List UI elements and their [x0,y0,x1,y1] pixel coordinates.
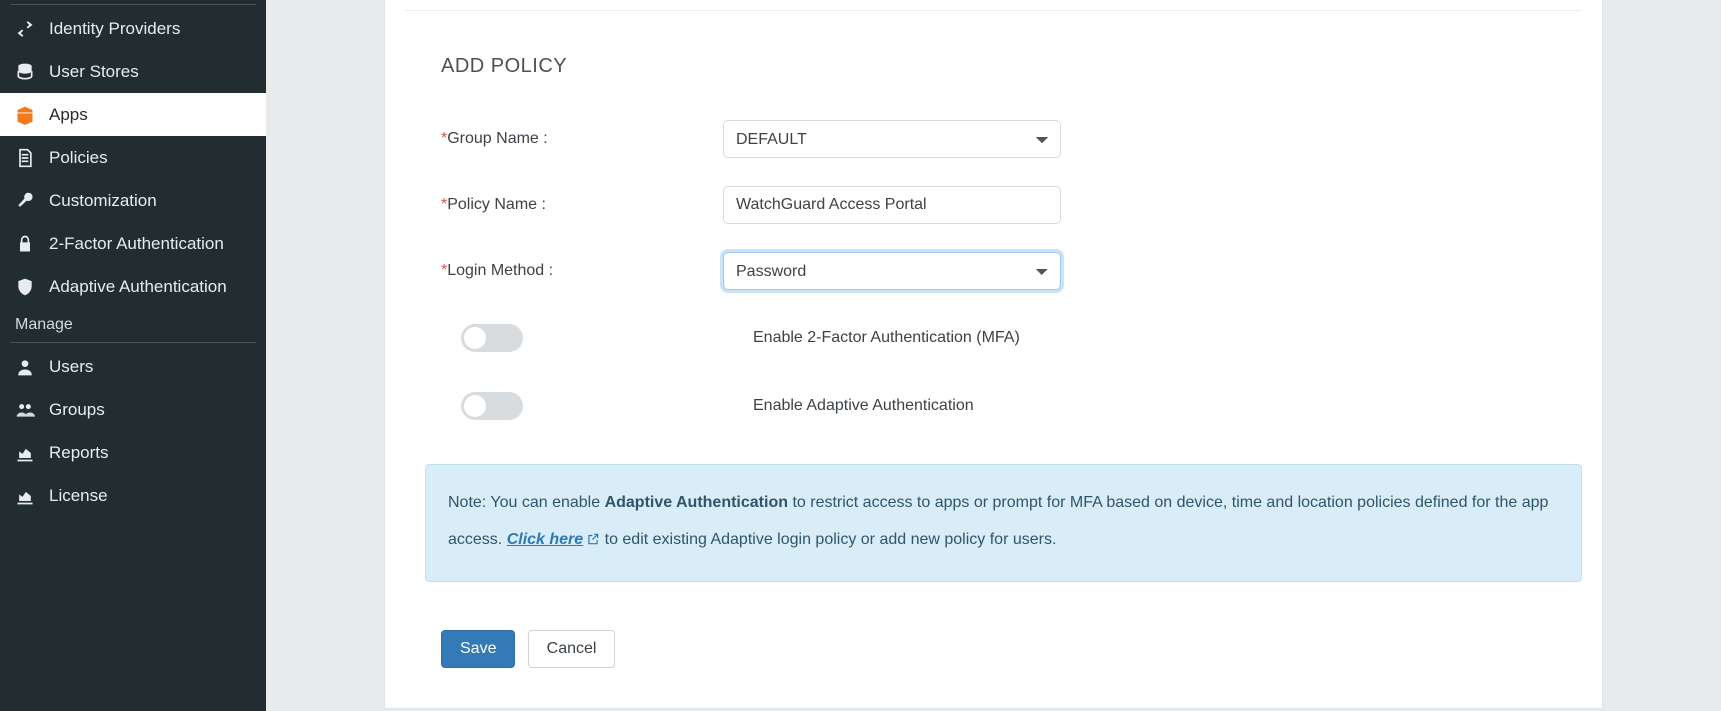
sidebar-item-label: Policies [49,148,108,168]
database-icon [15,62,49,82]
label-toggle-mfa: Enable 2-Factor Authentication (MFA) [699,329,1020,347]
sidebar-item-customization[interactable]: Customization [0,179,266,222]
sidebar-item-license[interactable]: License [0,474,266,517]
label-group-name: *Group Name : [441,130,723,148]
policy-name-input[interactable] [723,186,1061,224]
sidebar-item-reports[interactable]: Reports [0,431,266,474]
sidebar-item-identity-providers[interactable]: Identity Providers [0,7,266,50]
user-icon [15,357,49,377]
sidebar-item-label: Apps [49,105,88,125]
adaptive-note-link[interactable]: Click here [507,531,583,548]
toggle-adaptive[interactable] [461,392,523,420]
sidebar-item-policies[interactable]: Policies [0,136,266,179]
label-toggle-adaptive: Enable Adaptive Authentication [699,397,974,415]
sidebar-item-apps[interactable]: Apps [0,93,266,136]
row-toggle-mfa: Enable 2-Factor Authentication (MFA) [385,304,1602,372]
sidebar-item-label: Customization [49,191,157,211]
row-toggle-adaptive: Enable Adaptive Authentication [385,372,1602,440]
group-name-select[interactable]: DEFAULT [723,120,1061,158]
sidebar-item-users[interactable]: Users [0,345,266,388]
sidebar-item-label: User Stores [49,62,139,82]
sidebar-divider [10,4,256,5]
toggle-knob [464,395,486,417]
sidebar-item-label: 2-Factor Authentication [49,234,224,254]
adaptive-note: Note: You can enable Adaptive Authentica… [425,464,1582,582]
lock-icon [15,234,49,254]
sidebar-item-label: Adaptive Authentication [49,277,227,297]
label-login-method: *Login Method : [441,262,723,280]
sidebar-item-adaptive-auth[interactable]: Adaptive Authentication [0,265,266,308]
box-icon [15,105,49,125]
sidebar-item-user-stores[interactable]: User Stores [0,50,266,93]
row-login-method: *Login Method : Password [385,238,1602,304]
page-title: ADD POLICY [385,11,1602,106]
sidebar-divider [10,342,256,343]
sidebar-item-2fa[interactable]: 2-Factor Authentication [0,222,266,265]
login-method-select[interactable]: Password [723,252,1061,290]
swap-icon [15,19,49,39]
sidebar-item-label: Users [49,357,93,377]
row-policy-name: *Policy Name : [385,172,1602,238]
sidebar-section-manage: Manage [0,308,266,340]
sidebar: Identity Providers User Stores Apps Poli… [0,0,266,711]
main-content: ADD POLICY *Group Name : DEFAULT *Policy… [266,0,1721,711]
wrench-icon [15,191,49,211]
sidebar-item-label: Identity Providers [49,19,180,39]
label-policy-name: *Policy Name : [441,196,723,214]
sidebar-item-label: Reports [49,443,109,463]
chart-icon [15,443,49,463]
users-icon [15,400,49,420]
external-link-icon [586,524,600,561]
document-icon [15,148,49,168]
form-card: ADD POLICY *Group Name : DEFAULT *Policy… [384,0,1603,709]
cancel-button[interactable]: Cancel [528,630,616,668]
chart-icon [15,486,49,506]
shield-icon [15,277,49,297]
toggle-knob [464,327,486,349]
sidebar-item-label: Groups [49,400,105,420]
sidebar-item-groups[interactable]: Groups [0,388,266,431]
save-button[interactable]: Save [441,630,515,668]
button-row: Save Cancel [385,582,1602,668]
row-group-name: *Group Name : DEFAULT [385,106,1602,172]
toggle-mfa[interactable] [461,324,523,352]
sidebar-item-label: License [49,486,108,506]
